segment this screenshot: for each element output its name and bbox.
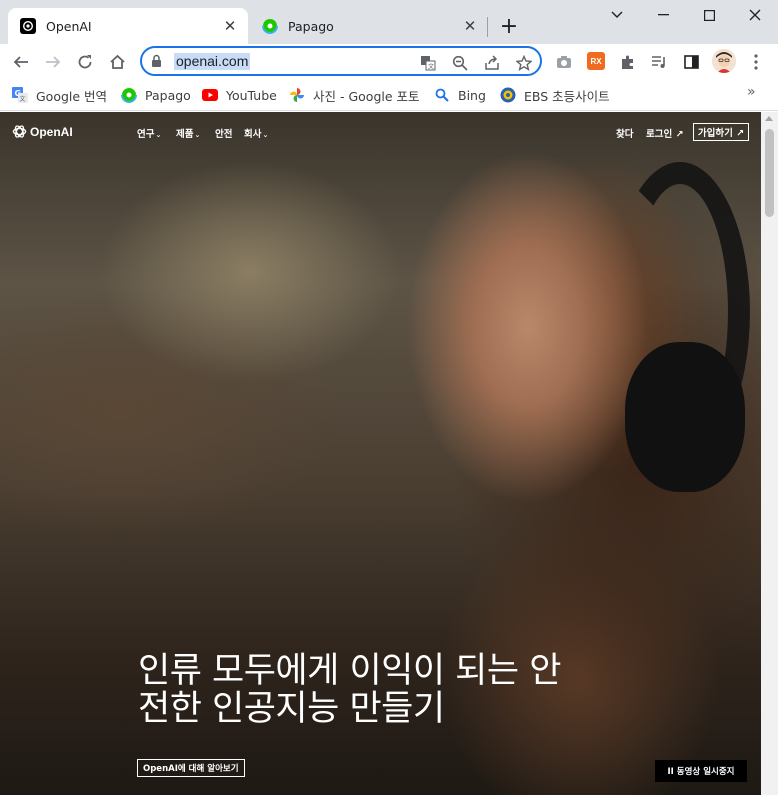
address-bar[interactable]: openai.com 文: [140, 46, 542, 76]
scroll-up-arrow-icon[interactable]: [765, 116, 773, 121]
svg-text:文: 文: [428, 63, 434, 71]
hero-heading-line: 인류 모두에게 이익이 되는 안: [138, 651, 561, 691]
close-tab-icon[interactable]: ✕: [222, 17, 238, 35]
close-window-icon[interactable]: [732, 0, 778, 30]
bookmark-google-translate[interactable]: G文 Google 번역: [12, 84, 107, 106]
site-navigation: OpenAI 연구⌄ 제품⌄ 안전 회사⌄ 찾다 로그인 ↗ 가입하기 ↗: [0, 112, 761, 152]
bookmark-bing[interactable]: Bing: [434, 84, 486, 106]
more-bookmarks-icon[interactable]: »: [747, 84, 756, 100]
tab-strip: OpenAI ✕ Papago ✕ +: [0, 0, 778, 44]
profile-avatar[interactable]: [712, 49, 736, 73]
openai-favicon-icon: [20, 18, 36, 34]
svg-text:文: 文: [20, 95, 26, 103]
bookmark-youtube[interactable]: YouTube: [202, 84, 277, 106]
media-control-icon[interactable]: [644, 47, 674, 77]
bookmark-star-icon[interactable]: [513, 52, 535, 74]
chevron-down-icon: ⌄: [194, 131, 201, 139]
bookmark-papago[interactable]: Papago: [121, 84, 191, 106]
bookmark-label: Papago: [145, 87, 191, 103]
bookmarks-bar: G文 Google 번역 Papago YouTube 사진 - Google …: [0, 80, 778, 111]
tab-search-icon[interactable]: [594, 0, 640, 30]
tab-papago[interactable]: Papago ✕: [250, 8, 488, 44]
search-icon: [434, 87, 450, 103]
camera-icon[interactable]: [549, 47, 579, 77]
signup-button[interactable]: 가입하기 ↗: [693, 123, 749, 141]
bookmark-label: 사진 - Google 포토: [313, 88, 420, 104]
home-icon[interactable]: [102, 47, 132, 77]
menu-kebab-icon[interactable]: [741, 47, 771, 77]
papago-favicon-icon: [262, 18, 278, 34]
nav-safety[interactable]: 안전: [215, 126, 232, 140]
nav-label: 제품: [176, 129, 194, 140]
bookmark-label: YouTube: [226, 87, 277, 103]
nav-label: 회사: [244, 129, 262, 140]
extensions-puzzle-icon[interactable]: [613, 47, 643, 77]
bookmark-google-photos[interactable]: 사진 - Google 포토: [289, 84, 420, 106]
translate-icon[interactable]: 文: [417, 52, 439, 74]
openai-logo-icon: [12, 125, 27, 138]
hero-video: OpenAI 연구⌄ 제품⌄ 안전 회사⌄ 찾다 로그인 ↗ 가입하기 ↗ 인류…: [0, 112, 761, 795]
close-tab-icon[interactable]: ✕: [462, 17, 478, 35]
bookmark-ebs[interactable]: EBS 초등사이트: [500, 84, 610, 106]
learn-about-openai-button[interactable]: OpenAI에 대해 알아보기: [137, 759, 245, 777]
ebs-icon: [500, 87, 516, 103]
side-panel-icon[interactable]: [676, 47, 706, 77]
hero-image-decoration: [625, 342, 745, 492]
nav-company[interactable]: 회사⌄: [244, 126, 268, 140]
lock-icon[interactable]: [151, 54, 162, 68]
page-scrollbar[interactable]: [761, 112, 778, 795]
openai-logo[interactable]: OpenAI: [12, 124, 73, 139]
login-link[interactable]: 로그인 ↗: [646, 126, 684, 140]
back-icon[interactable]: [6, 47, 36, 77]
hero-heading-line: 전한 인공지능 만들기: [138, 689, 445, 729]
tab-separator: [487, 17, 488, 37]
tab-title: Papago: [288, 18, 334, 34]
google-translate-icon: G文: [12, 87, 28, 103]
nav-label: 연구: [137, 129, 155, 140]
bookmark-label: Google 번역: [36, 88, 108, 104]
new-tab-button[interactable]: +: [496, 13, 522, 39]
scrollbar-thumb[interactable]: [765, 129, 774, 217]
nav-research[interactable]: 연구⌄: [137, 126, 161, 140]
papago-icon: [121, 87, 137, 103]
zoom-icon[interactable]: [449, 52, 471, 74]
search-link[interactable]: 찾다: [616, 126, 633, 140]
minimize-icon[interactable]: [640, 0, 686, 30]
reload-icon[interactable]: [70, 47, 100, 77]
share-icon[interactable]: [481, 52, 503, 74]
nav-label: 안전: [215, 129, 233, 140]
chevron-down-icon: ⌄: [155, 131, 162, 139]
hero-heading: 인류 모두에게 이익이 되는 안 전한 인공지능 만들기: [138, 652, 608, 728]
browser-toolbar: openai.com 文 RX: [0, 44, 778, 80]
maximize-icon[interactable]: [686, 0, 732, 30]
forward-icon[interactable]: [38, 47, 68, 77]
bookmark-label: Bing: [458, 87, 486, 103]
nav-products[interactable]: 제품⌄: [176, 126, 200, 140]
pause-video-button[interactable]: II 동영상 일시중지: [655, 760, 747, 782]
rx-extension-icon[interactable]: RX: [587, 52, 605, 70]
google-photos-icon: [289, 87, 305, 103]
tab-title: OpenAI: [46, 18, 92, 34]
url-text[interactable]: openai.com: [174, 53, 251, 70]
youtube-icon: [202, 87, 218, 103]
bookmark-label: EBS 초등사이트: [524, 88, 610, 104]
chevron-down-icon: ⌄: [262, 131, 269, 139]
tab-openai[interactable]: OpenAI ✕: [8, 8, 248, 44]
logo-text: OpenAI: [30, 124, 73, 139]
